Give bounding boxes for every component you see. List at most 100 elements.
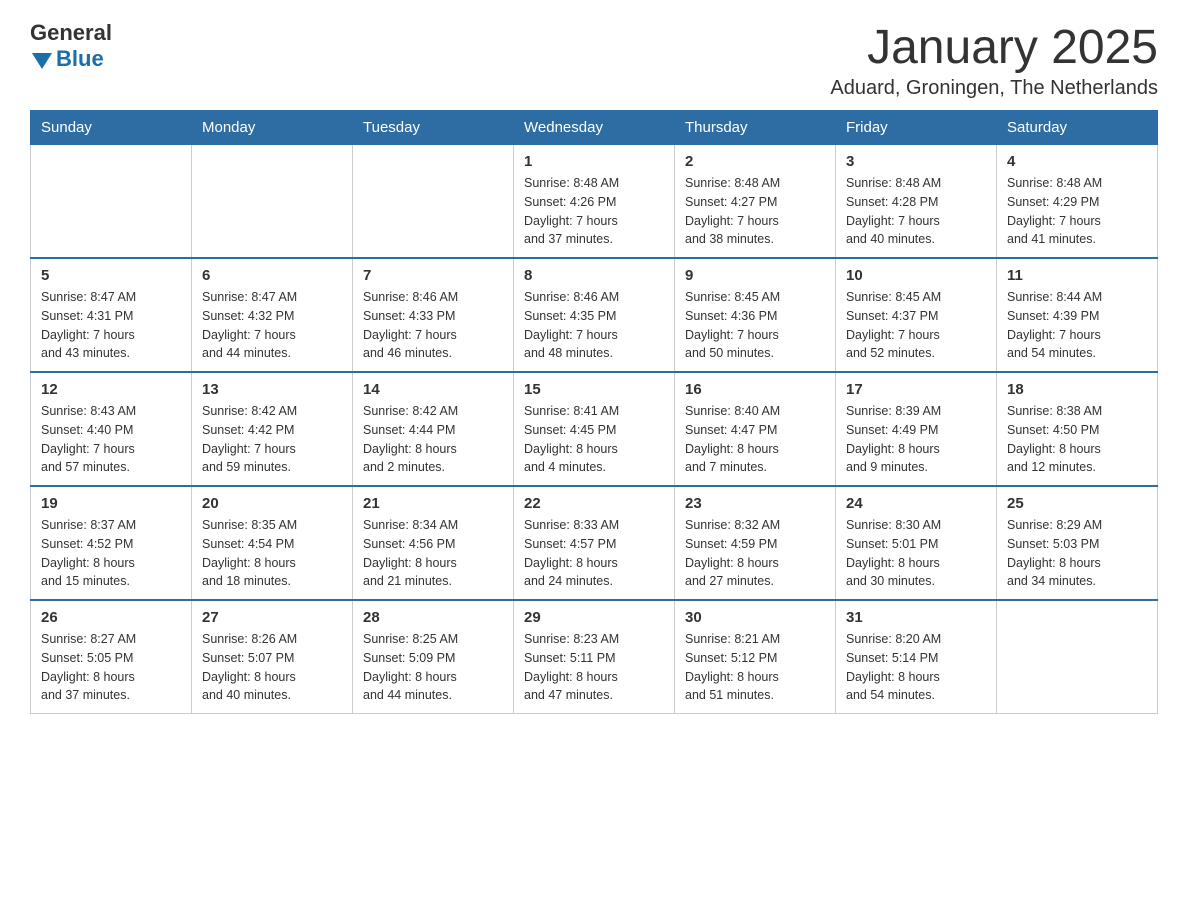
day-info: Sunrise: 8:38 AMSunset: 4:50 PMDaylight:… <box>1007 402 1147 477</box>
calendar-header-saturday: Saturday <box>997 111 1158 145</box>
day-info: Sunrise: 8:41 AMSunset: 4:45 PMDaylight:… <box>524 402 664 477</box>
day-info: Sunrise: 8:37 AMSunset: 4:52 PMDaylight:… <box>41 516 181 591</box>
day-number: 24 <box>846 495 986 512</box>
calendar-header-monday: Monday <box>192 111 353 145</box>
location-title: Aduard, Groningen, The Netherlands <box>830 77 1158 100</box>
logo-icon: General Blue <box>30 20 112 72</box>
day-number: 13 <box>202 381 342 398</box>
calendar-cell: 16Sunrise: 8:40 AMSunset: 4:47 PMDayligh… <box>675 372 836 486</box>
day-info: Sunrise: 8:48 AMSunset: 4:27 PMDaylight:… <box>685 174 825 249</box>
day-number: 19 <box>41 495 181 512</box>
day-info: Sunrise: 8:45 AMSunset: 4:37 PMDaylight:… <box>846 288 986 363</box>
day-info: Sunrise: 8:32 AMSunset: 4:59 PMDaylight:… <box>685 516 825 591</box>
calendar-cell: 18 Sunrise: 8:38 AMSunset: 4:50 PMDayligh… <box>997 372 1158 486</box>
calendar-week-row: 5Sunrise: 8:47 AMSunset: 4:31 PMDaylight… <box>31 258 1158 372</box>
day-number: 27 <box>202 609 342 626</box>
calendar-cell: 4Sunrise: 8:48 AMSunset: 4:29 PMDaylight… <box>997 145 1158 259</box>
calendar-cell <box>997 600 1158 714</box>
day-number: 31 <box>846 609 986 626</box>
calendar-cell: 25Sunrise: 8:29 AMSunset: 5:03 PMDayligh… <box>997 486 1158 600</box>
calendar-cell: 17Sunrise: 8:39 AMSunset: 4:49 PMDayligh… <box>836 372 997 486</box>
day-info: Sunrise: 8:45 AMSunset: 4:36 PMDaylight:… <box>685 288 825 363</box>
day-number: 30 <box>685 609 825 626</box>
day-number: 11 <box>1007 267 1147 284</box>
calendar-cell: 21Sunrise: 8:34 AMSunset: 4:56 PMDayligh… <box>353 486 514 600</box>
logo-triangle-icon <box>32 53 52 69</box>
day-info: Sunrise: 8:23 AMSunset: 5:11 PMDaylight:… <box>524 630 664 705</box>
day-info: Sunrise: 8:20 AMSunset: 5:14 PMDaylight:… <box>846 630 986 705</box>
calendar-cell: 30 Sunrise: 8:21 AMSunset: 5:12 PMDayligh… <box>675 600 836 714</box>
day-info: Sunrise: 8:48 AMSunset: 4:29 PMDaylight:… <box>1007 174 1147 249</box>
day-number: 21 <box>363 495 503 512</box>
calendar-cell: 8 Sunrise: 8:46 AMSunset: 4:35 PMDaylight… <box>514 258 675 372</box>
day-info: Sunrise: 8:26 AMSunset: 5:07 PMDaylight:… <box>202 630 342 705</box>
day-info: Sunrise: 8:46 AMSunset: 4:33 PMDaylight:… <box>363 288 503 363</box>
day-info: Sunrise: 8:35 AMSunset: 4:54 PMDaylight:… <box>202 516 342 591</box>
day-number: 12 <box>41 381 181 398</box>
calendar-week-row: 19 Sunrise: 8:37 AMSunset: 4:52 PMDayligh… <box>31 486 1158 600</box>
day-number: 28 <box>363 609 503 626</box>
day-number: 17 <box>846 381 986 398</box>
logo: General Blue <box>30 20 112 72</box>
day-info: Sunrise: 8:46 AMSunset: 4:35 PMDaylight:… <box>524 288 664 363</box>
day-number: 10 <box>846 267 986 284</box>
day-info: Sunrise: 8:43 AMSunset: 4:40 PMDaylight:… <box>41 402 181 477</box>
day-info: Sunrise: 8:40 AMSunset: 4:47 PMDaylight:… <box>685 402 825 477</box>
day-number: 1 <box>524 153 664 170</box>
day-number: 20 <box>202 495 342 512</box>
day-number: 3 <box>846 153 986 170</box>
calendar-cell <box>31 145 192 259</box>
calendar-week-row: 1 Sunrise: 8:48 AMSunset: 4:26 PMDaylight… <box>31 145 1158 259</box>
day-number: 29 <box>524 609 664 626</box>
logo-general-text: General <box>30 20 112 45</box>
day-number: 8 <box>524 267 664 284</box>
calendar-cell <box>353 145 514 259</box>
calendar-header-row: SundayMondayTuesdayWednesdayThursdayFrid… <box>31 111 1158 145</box>
day-info: Sunrise: 8:25 AMSunset: 5:09 PMDaylight:… <box>363 630 503 705</box>
month-title: January 2025 <box>830 20 1158 75</box>
calendar-cell: 29 Sunrise: 8:23 AMSunset: 5:11 PMDayligh… <box>514 600 675 714</box>
day-number: 22 <box>524 495 664 512</box>
day-info: Sunrise: 8:21 AMSunset: 5:12 PMDaylight:… <box>685 630 825 705</box>
day-info: Sunrise: 8:47 AMSunset: 4:32 PMDaylight:… <box>202 288 342 363</box>
calendar-cell: 2Sunrise: 8:48 AMSunset: 4:27 PMDaylight… <box>675 145 836 259</box>
calendar-cell: 1 Sunrise: 8:48 AMSunset: 4:26 PMDaylight… <box>514 145 675 259</box>
calendar-cell: 19 Sunrise: 8:37 AMSunset: 4:52 PMDayligh… <box>31 486 192 600</box>
calendar-cell: 27 Sunrise: 8:26 AMSunset: 5:07 PMDayligh… <box>192 600 353 714</box>
day-number: 15 <box>524 381 664 398</box>
day-info: Sunrise: 8:44 AMSunset: 4:39 PMDaylight:… <box>1007 288 1147 363</box>
calendar-cell <box>192 145 353 259</box>
calendar-header-tuesday: Tuesday <box>353 111 514 145</box>
calendar-cell: 5Sunrise: 8:47 AMSunset: 4:31 PMDaylight… <box>31 258 192 372</box>
calendar-cell: 22 Sunrise: 8:33 AMSunset: 4:57 PMDayligh… <box>514 486 675 600</box>
day-info: Sunrise: 8:48 AMSunset: 4:26 PMDaylight:… <box>524 174 664 249</box>
day-number: 14 <box>363 381 503 398</box>
day-info: Sunrise: 8:42 AMSunset: 4:42 PMDaylight:… <box>202 402 342 477</box>
calendar-header-thursday: Thursday <box>675 111 836 145</box>
calendar-cell: 12 Sunrise: 8:43 AMSunset: 4:40 PMDayligh… <box>31 372 192 486</box>
calendar-cell: 11 Sunrise: 8:44 AMSunset: 4:39 PMDayligh… <box>997 258 1158 372</box>
day-info: Sunrise: 8:30 AMSunset: 5:01 PMDaylight:… <box>846 516 986 591</box>
calendar-cell: 28 Sunrise: 8:25 AMSunset: 5:09 PMDayligh… <box>353 600 514 714</box>
title-section: January 2025 Aduard, Groningen, The Neth… <box>830 20 1158 100</box>
day-number: 23 <box>685 495 825 512</box>
calendar-header-friday: Friday <box>836 111 997 145</box>
day-number: 5 <box>41 267 181 284</box>
day-info: Sunrise: 8:29 AMSunset: 5:03 PMDaylight:… <box>1007 516 1147 591</box>
day-info: Sunrise: 8:48 AMSunset: 4:28 PMDaylight:… <box>846 174 986 249</box>
day-info: Sunrise: 8:33 AMSunset: 4:57 PMDaylight:… <box>524 516 664 591</box>
calendar-cell: 6 Sunrise: 8:47 AMSunset: 4:32 PMDaylight… <box>192 258 353 372</box>
calendar-cell: 9Sunrise: 8:45 AMSunset: 4:36 PMDaylight… <box>675 258 836 372</box>
calendar-header-sunday: Sunday <box>31 111 192 145</box>
calendar-week-row: 12 Sunrise: 8:43 AMSunset: 4:40 PMDayligh… <box>31 372 1158 486</box>
day-number: 26 <box>41 609 181 626</box>
calendar-cell: 14 Sunrise: 8:42 AMSunset: 4:44 PMDayligh… <box>353 372 514 486</box>
calendar-cell: 15 Sunrise: 8:41 AMSunset: 4:45 PMDayligh… <box>514 372 675 486</box>
day-info: Sunrise: 8:42 AMSunset: 4:44 PMDaylight:… <box>363 402 503 477</box>
day-number: 18 <box>1007 381 1147 398</box>
calendar-cell: 13 Sunrise: 8:42 AMSunset: 4:42 PMDayligh… <box>192 372 353 486</box>
calendar-cell: 23 Sunrise: 8:32 AMSunset: 4:59 PMDayligh… <box>675 486 836 600</box>
day-number: 6 <box>202 267 342 284</box>
day-info: Sunrise: 8:27 AMSunset: 5:05 PMDaylight:… <box>41 630 181 705</box>
calendar-cell: 3 Sunrise: 8:48 AMSunset: 4:28 PMDaylight… <box>836 145 997 259</box>
